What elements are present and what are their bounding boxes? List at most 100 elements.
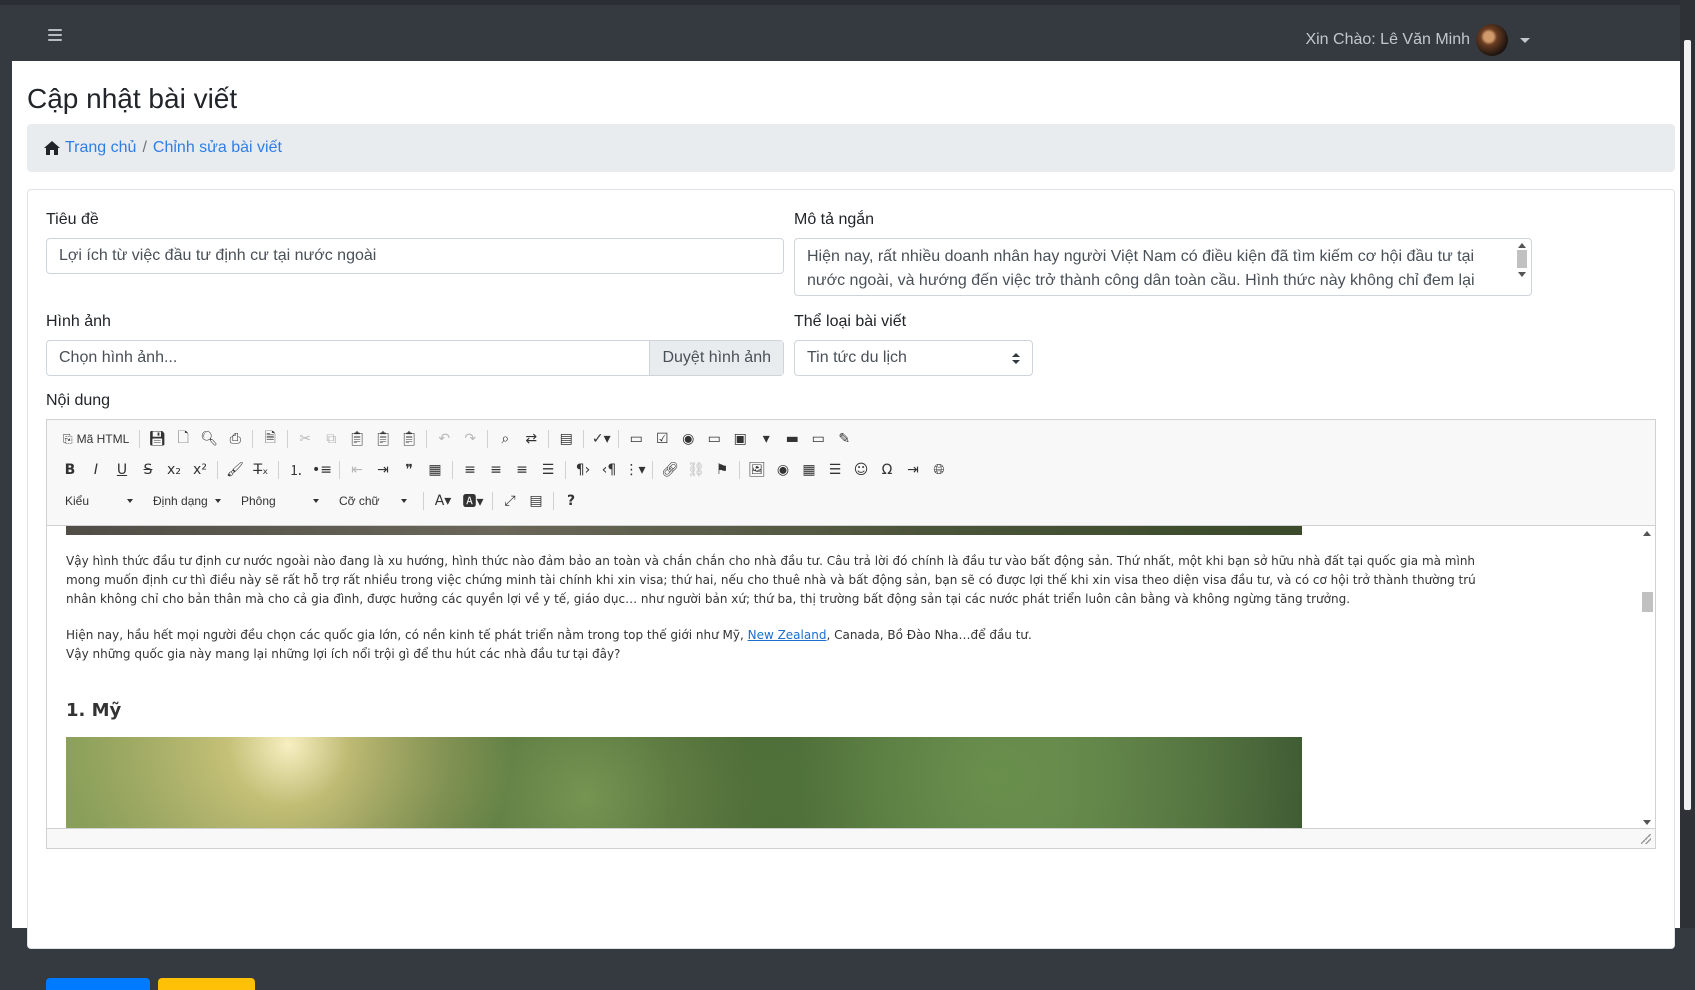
- editor-resize-handle[interactable]: [1641, 834, 1651, 844]
- link-icon[interactable]: 🔗︎: [657, 458, 683, 482]
- browse-image-button[interactable]: Duyệt hình ảnh: [649, 341, 783, 375]
- radio-icon[interactable]: ◉: [675, 427, 701, 451]
- language-icon[interactable]: ⋮▾: [622, 458, 648, 482]
- background-color-icon[interactable]: 🅰︎▾: [458, 489, 488, 513]
- new-page-icon[interactable]: 🗋: [170, 427, 196, 451]
- templates-icon[interactable]: 🗎: [257, 427, 283, 451]
- hidden-field-icon[interactable]: ✎: [831, 427, 857, 451]
- submit-button[interactable]: [46, 978, 150, 990]
- numbered-list-icon[interactable]: ⒈: [283, 458, 309, 482]
- description-scrollbar[interactable]: [1515, 241, 1529, 295]
- font-size-combo[interactable]: Cỡ chữ: [331, 489, 413, 513]
- checkbox-icon[interactable]: ☑: [649, 427, 675, 451]
- smiley-icon[interactable]: ☺: [848, 458, 874, 482]
- blockquote-icon[interactable]: ❞: [396, 458, 422, 482]
- title-input[interactable]: Lợi ích từ việc đầu tư định cư tại nước …: [46, 238, 784, 274]
- paragraph-2: Hiện nay, hầu hết mọi người đều chọn các…: [66, 626, 1506, 645]
- align-center-icon[interactable]: ≡: [483, 458, 509, 482]
- ltr-icon[interactable]: ¶›: [570, 458, 596, 482]
- strike-icon[interactable]: S: [135, 458, 161, 482]
- align-left-icon[interactable]: ≡: [457, 458, 483, 482]
- show-blocks-icon[interactable]: ▤: [523, 489, 549, 513]
- anchor-flag-icon[interactable]: ⚑: [709, 458, 735, 482]
- redo-icon[interactable]: ↷: [457, 427, 483, 451]
- scroll-up-icon[interactable]: [1643, 531, 1651, 536]
- copy-icon[interactable]: ⧉: [318, 427, 344, 451]
- page-scrollbar-thumb[interactable]: [1684, 40, 1691, 810]
- image-button-icon[interactable]: ▭: [805, 427, 831, 451]
- source-html-button[interactable]: ⎘ Mã HTML: [57, 427, 135, 451]
- cut-icon[interactable]: ✂: [292, 427, 318, 451]
- avatar: [1476, 24, 1508, 56]
- button-field-icon[interactable]: ▬: [779, 427, 805, 451]
- breadcrumb: Trang chủ / Chỉnh sửa bài viết: [27, 124, 1675, 172]
- flash-icon[interactable]: ◉: [770, 458, 796, 482]
- paragraph-2-text-a: Hiện nay, hầu hết mọi người đều chọn các…: [66, 628, 748, 642]
- description-textarea[interactable]: Hiện nay, rất nhiều doanh nhân hay người…: [794, 238, 1532, 296]
- spellcheck-icon[interactable]: ✓▾: [588, 427, 614, 451]
- justify-icon[interactable]: ☰: [535, 458, 561, 482]
- italic-icon[interactable]: I: [83, 458, 109, 482]
- select-all-icon[interactable]: ▤: [553, 427, 579, 451]
- outdent-icon[interactable]: ⇤: [344, 458, 370, 482]
- superscript-icon[interactable]: x²: [187, 458, 213, 482]
- copy-format-icon[interactable]: 🖌︎: [222, 458, 248, 482]
- image-file-input[interactable]: Chọn hình ảnh... Duyệt hình ảnh: [46, 340, 784, 376]
- save-icon[interactable]: 💾︎: [144, 427, 170, 451]
- remove-format-icon[interactable]: T̶ₓ: [248, 458, 274, 482]
- category-select[interactable]: Tin tức du lịch: [794, 340, 1033, 376]
- select-field-icon[interactable]: ▾: [753, 427, 779, 451]
- replace-icon[interactable]: ⇄: [518, 427, 544, 451]
- page-break-icon[interactable]: ⇥: [900, 458, 926, 482]
- underline-icon[interactable]: U: [109, 458, 135, 482]
- horizontal-line-icon[interactable]: ☰: [822, 458, 848, 482]
- textarea-icon[interactable]: ▣: [727, 427, 753, 451]
- format-combo-label: Định dạng: [153, 494, 208, 508]
- new-zealand-link[interactable]: New Zealand: [748, 628, 827, 642]
- preview-icon[interactable]: 🔍︎: [196, 427, 222, 451]
- font-size-combo-label: Cỡ chữ: [339, 494, 380, 508]
- paragraph-2-text-b: , Canada, Bồ Đào Nha…để đầu tư.: [826, 628, 1032, 642]
- editor-scrollbar[interactable]: [1640, 526, 1655, 828]
- paste-icon[interactable]: 📋︎: [344, 427, 370, 451]
- maximize-icon[interactable]: ⤢: [497, 489, 523, 513]
- table-icon[interactable]: ▦: [796, 458, 822, 482]
- format-combo[interactable]: Định dạng: [145, 489, 227, 513]
- menu-toggle-icon[interactable]: [48, 29, 62, 41]
- paste-text-icon[interactable]: 📋︎: [370, 427, 396, 451]
- unlink-icon[interactable]: ⛓: [683, 458, 709, 482]
- special-char-icon[interactable]: Ω: [874, 458, 900, 482]
- indent-icon[interactable]: ⇥: [370, 458, 396, 482]
- subscript-icon[interactable]: x₂: [161, 458, 187, 482]
- scroll-down-icon[interactable]: [1643, 820, 1651, 825]
- user-menu[interactable]: Xin Chào: Lê Văn Minh: [1305, 24, 1530, 56]
- paste-word-icon[interactable]: 📋︎: [396, 427, 422, 451]
- back-button[interactable]: [264, 978, 359, 990]
- textfield-icon[interactable]: ▭: [701, 427, 727, 451]
- undo-icon[interactable]: ↶: [431, 427, 457, 451]
- font-combo[interactable]: Phông: [233, 489, 325, 513]
- form-icon[interactable]: ▭: [623, 427, 649, 451]
- styles-combo[interactable]: Kiểu: [57, 489, 139, 513]
- editor-content-area[interactable]: Vậy hình thức đầu tư định cư nước ngoài …: [47, 525, 1655, 829]
- bulleted-list-icon[interactable]: •≡: [309, 458, 335, 482]
- text-color-icon[interactable]: A▾: [428, 489, 458, 513]
- help-icon[interactable]: ?: [558, 489, 584, 513]
- bold-icon[interactable]: B: [57, 458, 83, 482]
- page-title: Cập nhật bài viết: [27, 83, 238, 114]
- breadcrumb-home-link[interactable]: Trang chủ: [65, 139, 136, 157]
- image-icon[interactable]: 🖼︎: [744, 458, 770, 482]
- print-icon[interactable]: ⎙: [222, 427, 248, 451]
- iframe-icon[interactable]: 🌐︎: [926, 458, 952, 482]
- align-right-icon[interactable]: ≡: [509, 458, 535, 482]
- rtl-icon[interactable]: ‹¶: [596, 458, 622, 482]
- find-icon[interactable]: ⌕: [492, 427, 518, 451]
- rich-text-editor: ⎘ Mã HTML 💾︎ 🗋 🔍︎ ⎙ 🗎 ✂ ⧉ 📋︎ 📋︎ 📋︎ ↶ ↷ ⌕…: [46, 419, 1656, 849]
- reset-button[interactable]: [158, 978, 255, 990]
- div-container-icon[interactable]: ▦: [422, 458, 448, 482]
- page-scrollbar[interactable]: [1680, 0, 1695, 928]
- breadcrumb-current-link[interactable]: Chỉnh sửa bài viết: [153, 139, 282, 157]
- editor-scrollbar-thumb[interactable]: [1642, 592, 1653, 612]
- image-placeholder: Chọn hình ảnh...: [59, 349, 178, 366]
- content-label: Nội dung: [46, 392, 111, 409]
